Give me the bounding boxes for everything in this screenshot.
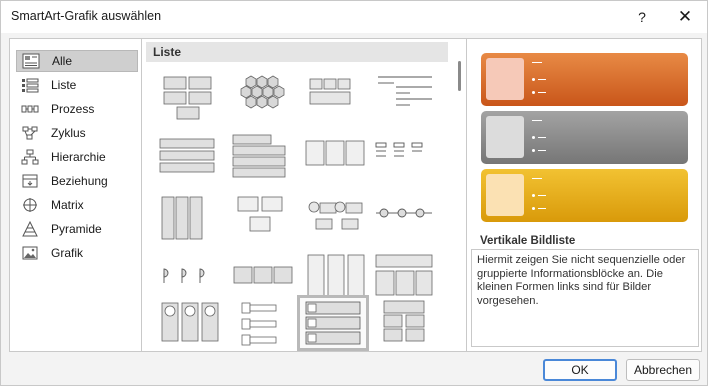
layout-gallery: Liste — [141, 38, 467, 352]
layout-lined-list[interactable] — [300, 69, 372, 125]
layout-vertical-picture-list[interactable] — [297, 295, 369, 351]
preview-bullet — [532, 91, 535, 94]
preview-bullet-text — [538, 79, 546, 80]
preview-bullet-text — [538, 195, 546, 196]
preview-text-line — [532, 120, 542, 121]
preview-bullet — [532, 207, 535, 210]
layout-bubble-picture-list[interactable] — [300, 191, 372, 247]
category-picture[interactable]: Grafik — [16, 242, 138, 264]
layout-description: Hiermit zeigen Sie nicht sequenzielle od… — [471, 249, 699, 347]
layout-vertical-bullet-list[interactable] — [154, 131, 226, 187]
layout-block-descending-list[interactable] — [370, 297, 442, 351]
pyramid-icon — [21, 221, 39, 237]
layout-circle-list[interactable] — [370, 191, 442, 247]
category-relationship[interactable]: Beziehung — [16, 170, 138, 192]
preview-bullet — [532, 136, 535, 139]
title-bar: SmartArt-Grafik auswählen ? ✕ — [1, 1, 707, 33]
layout-hierarchy-list[interactable] — [370, 131, 442, 187]
category-list: Alle Liste Prozess Zyklus Hierarchie Bez… — [9, 38, 142, 352]
layout-hexagon-cluster[interactable] — [228, 69, 300, 125]
matrix-icon — [21, 197, 39, 213]
close-button[interactable]: ✕ — [674, 6, 696, 28]
category-label: Hierarchie — [51, 150, 106, 164]
selected-layout-name: Vertikale Bildliste — [480, 235, 576, 247]
preview-bullet — [532, 194, 535, 197]
preview-picture-placeholder — [486, 174, 524, 216]
preview-bullet-text — [538, 150, 546, 151]
scrollbar-thumb[interactable] — [458, 61, 461, 91]
preview-row-gray — [481, 111, 688, 164]
preview-row-yellow — [481, 169, 688, 222]
category-label: Prozess — [51, 102, 95, 116]
relationship-icon — [21, 173, 39, 189]
category-hierarchy[interactable]: Hierarchie — [16, 146, 138, 168]
category-label: Alle — [52, 54, 73, 68]
category-label: Grafik — [51, 246, 84, 260]
layout-stacked-list[interactable] — [228, 131, 300, 187]
cancel-button[interactable]: Abbrechen — [626, 359, 700, 381]
preview-bullet — [532, 78, 535, 81]
layout-vertical-box-list[interactable] — [228, 297, 300, 351]
preview-text-line — [532, 62, 542, 63]
category-label: Liste — [51, 78, 77, 92]
layout-text-list[interactable] — [370, 69, 442, 125]
category-all[interactable]: Alle — [16, 50, 138, 72]
category-list-item[interactable]: Liste — [16, 74, 138, 96]
category-pyramid[interactable]: Pyramide — [16, 218, 138, 240]
preview-text-line — [532, 178, 542, 179]
category-label: Pyramide — [51, 222, 102, 236]
preview-row-orange — [481, 53, 688, 106]
category-label: Matrix — [51, 198, 84, 212]
dialog-title: SmartArt-Grafik auswählen — [11, 9, 162, 23]
layout-picture-accent-list[interactable] — [154, 297, 226, 351]
picture-icon — [21, 245, 39, 261]
layout-horizontal-bullet-list[interactable] — [300, 131, 372, 187]
hierarchy-icon — [21, 149, 39, 165]
layout-preview — [481, 53, 688, 237]
preview-bullet — [532, 149, 535, 152]
category-label: Zyklus — [51, 126, 86, 140]
cycle-icon — [21, 125, 39, 141]
preview-picture-placeholder — [486, 116, 524, 158]
category-label: Beziehung — [51, 174, 108, 188]
layout-table-list[interactable] — [154, 191, 226, 247]
all-icon — [22, 53, 40, 69]
ok-button[interactable]: OK — [543, 359, 617, 381]
preview-bullet-text — [538, 137, 546, 138]
preview-bullet-text — [538, 92, 546, 93]
help-button[interactable]: ? — [631, 6, 653, 28]
category-matrix[interactable]: Matrix — [16, 194, 138, 216]
preview-bullet-text — [538, 208, 546, 209]
preview-picture-placeholder — [486, 58, 524, 100]
process-icon — [21, 101, 39, 117]
smartart-dialog: SmartArt-Grafik auswählen ? ✕ Alle Liste… — [0, 0, 708, 386]
category-process[interactable]: Prozess — [16, 98, 138, 120]
list-icon — [21, 77, 39, 93]
gallery-section-title: Liste — [146, 42, 448, 62]
category-cycle[interactable]: Zyklus — [16, 122, 138, 144]
gallery-scrollbar[interactable] — [455, 39, 466, 351]
layout-basic-block-list[interactable] — [154, 69, 226, 125]
layout-picture-caption-list[interactable] — [228, 191, 300, 247]
